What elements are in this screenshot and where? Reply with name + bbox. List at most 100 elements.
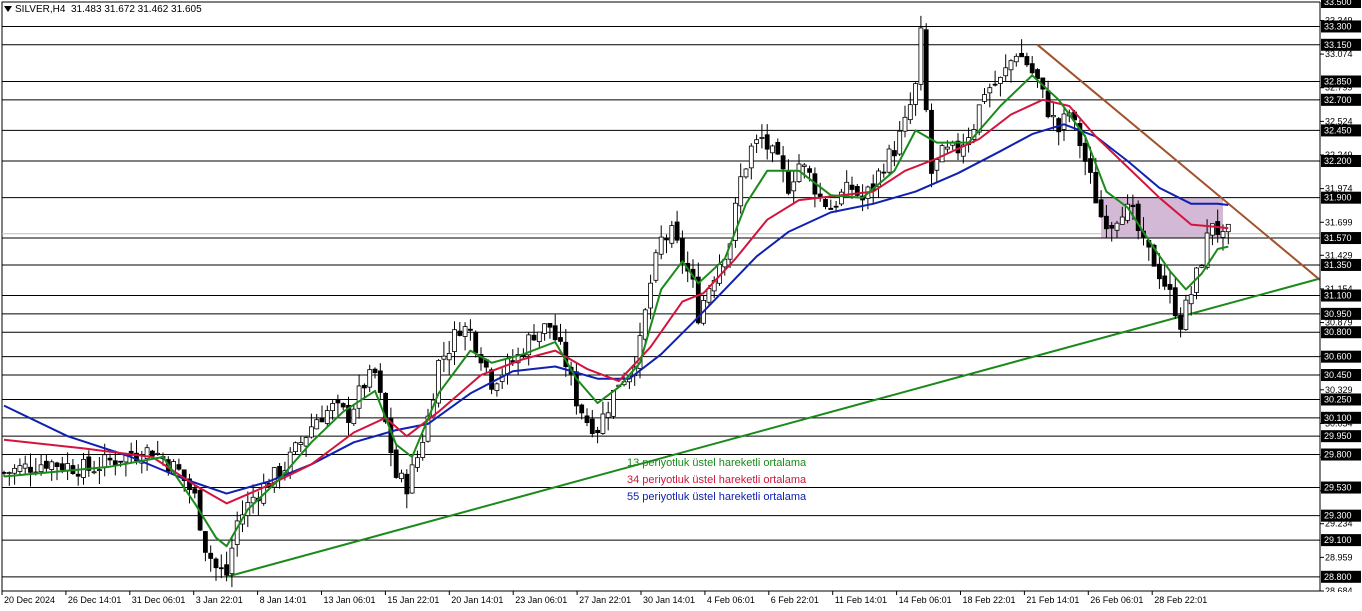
candle-body [149,450,155,457]
candle-body [1,472,7,474]
candle-body [324,410,330,424]
candle-body [409,464,415,494]
chart-header: SILVER,H4 31.483 31.672 31.462 31.605 [4,4,202,15]
candle-body [584,415,590,424]
candle-body [1098,199,1104,218]
price-tick-label: 30.329 [1325,385,1353,395]
candle-body [1188,294,1194,305]
candle-body [579,404,585,414]
candle-body [59,463,65,471]
candle-body [801,164,807,167]
candle-body [542,323,547,334]
candle-body [674,221,680,241]
time-tick-label: 23 Jan 06:01 [515,595,567,605]
candle-body [1029,63,1035,74]
level-price-label: 29.950 [1324,431,1352,441]
time-tick-label: 28 Feb 22:01 [1154,595,1207,605]
candle-body [202,531,208,553]
candle-body [49,461,55,470]
level-price-label: 31.350 [1324,260,1352,270]
candle-body [1061,113,1067,130]
candle-body [828,207,834,210]
candle-body [319,417,325,423]
level-price-label: 29.300 [1324,511,1352,521]
dropdown-triangle-icon[interactable] [4,6,12,13]
candle-body [1082,142,1088,162]
level-price-label: 30.950 [1324,309,1352,319]
candle-body [91,471,97,474]
candle-body [1114,222,1120,231]
candle-body [600,413,606,434]
level-price-label: 29.530 [1324,483,1352,493]
candle-body [1167,284,1173,290]
candle-body [1013,55,1019,63]
time-tick-label: 30 Jan 14:01 [643,595,695,605]
candle-body [589,418,595,435]
legend-ema13-label: 13 periyotluk üstel hareketli ortalama [627,457,807,469]
level-price-label: 33.500 [1324,0,1352,7]
level-price-label: 30.100 [1324,413,1352,423]
candle-body [44,460,49,469]
candle-body [1109,224,1115,229]
candle-body [881,171,887,174]
candle-body [1051,114,1056,118]
candle-body [939,145,945,163]
candle-body [22,463,28,469]
candle-body [213,558,219,569]
candle-body [706,288,712,303]
time-tick-label: 27 Jan 22:01 [579,595,631,605]
time-tick-label: 26 Dec 14:01 [68,595,122,605]
time-tick-label: 3 Jan 22:01 [196,595,243,605]
candle-body [1130,204,1136,208]
candle-body [780,155,786,170]
level-price-label: 28.800 [1324,572,1352,582]
candle-body [775,141,781,155]
legend-ema34: 34 periyotluk üstel hareketli ortalama [627,474,806,486]
candle-body [839,191,844,205]
candle-body [1119,216,1125,225]
candle-body [107,457,113,461]
candle-body [1178,314,1183,330]
price-tick-label: 31.429 [1325,250,1353,260]
candle-body [367,369,373,388]
candle-body [335,399,341,404]
time-tick-label: 8 Jan 14:01 [260,595,307,605]
candle-body [420,442,426,458]
candle-body [1157,263,1162,280]
legend-ema34-label: 34 periyotluk üstel hareketli ortalama [627,474,807,486]
candle-body [547,322,553,328]
candle-body [6,472,12,474]
candle-body [224,564,230,576]
candle-body [218,567,224,570]
candle-body [823,198,828,208]
candle-body [356,385,362,409]
candle-body [886,148,892,173]
level-price-label: 32.450 [1324,125,1352,135]
candle-body [467,328,473,331]
legend-ema13: 13 periyotluk üstel hareketli ortalama [627,457,806,469]
candle-body [1088,158,1093,173]
level-price-label: 32.200 [1324,156,1352,166]
candle-body [28,466,33,473]
candle-body [494,383,500,391]
candle-body [748,145,754,169]
candle-body [457,330,463,336]
candle-body [351,408,357,425]
time-tick-label: 20 Dec 2024 [4,595,55,605]
price-axis[interactable]: 33.34933.07432.79932.52432.24931.97431.6… [1319,0,1362,611]
time-tick-label: 6 Feb 22:01 [771,595,819,605]
candle-body [923,29,929,111]
candle-body [807,168,812,173]
candle-body [462,326,468,337]
candle-body [982,94,987,102]
time-tick-label: 18 Feb 22:01 [963,595,1016,605]
candle-body [817,193,823,198]
candle-body [552,325,558,341]
time-axis[interactable]: 20 Dec 2024 26 Dec 14:01 31 Dec 06:01 3 Jan… [0,591,1362,611]
candle-body [38,464,44,473]
time-tick-label: 15 Jan 22:01 [387,595,439,605]
candle-body [1003,67,1009,77]
candle-body [892,150,897,157]
candle-body [680,238,685,263]
price-chart[interactable]: 33.34933.07432.79932.52432.24931.97431.6… [0,0,1362,611]
